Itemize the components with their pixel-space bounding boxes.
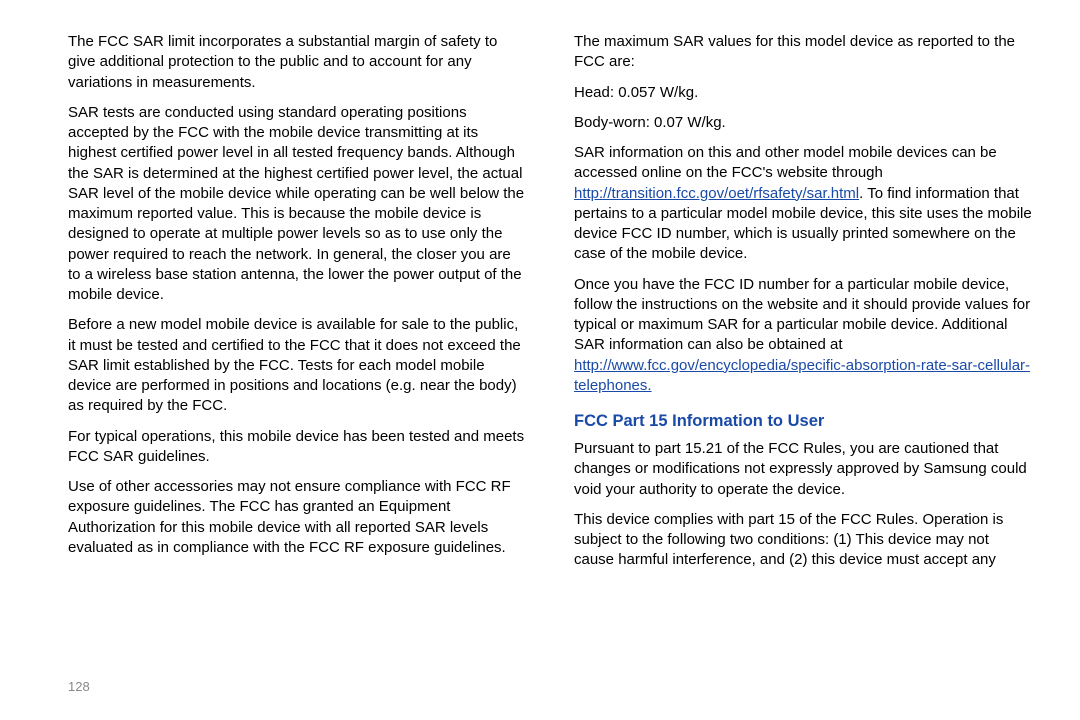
left-column: The FCC SAR limit incorporates a substan… [68,32,550,700]
document-page: The FCC SAR limit incorporates a substan… [0,0,1080,720]
fcc-sar-link[interactable]: http://transition.fcc.gov/oet/rfsafety/s… [574,185,859,202]
section-heading-fcc-part-15: FCC Part 15 Information to User [574,412,1032,431]
body-text: Head: 0.057 W/kg. [574,83,1032,103]
body-text: Pursuant to part 15.21 of the FCC Rules,… [574,439,1032,500]
body-text: For typical operations, this mobile devi… [68,427,526,468]
body-text: SAR tests are conducted using standard o… [68,103,526,306]
page-number: 128 [68,679,90,694]
right-column: The maximum SAR values for this model de… [550,32,1032,700]
body-text: The maximum SAR values for this model de… [574,32,1032,73]
body-text: Body-worn: 0.07 W/kg. [574,113,1032,133]
body-text: Before a new model mobile device is avai… [68,315,526,416]
body-text: This device complies with part 15 of the… [574,510,1032,571]
body-text: Use of other accessories may not ensure … [68,477,526,558]
body-text: SAR information on this and other model … [574,143,1032,265]
body-text: The FCC SAR limit incorporates a substan… [68,32,526,93]
body-text-span: Once you have the FCC ID number for a pa… [574,276,1030,354]
body-text: Once you have the FCC ID number for a pa… [574,275,1032,397]
fcc-encyclopedia-link[interactable]: http://www.fcc.gov/encyclopedia/specific… [574,357,1030,394]
body-text-span: SAR information on this and other model … [574,144,997,181]
